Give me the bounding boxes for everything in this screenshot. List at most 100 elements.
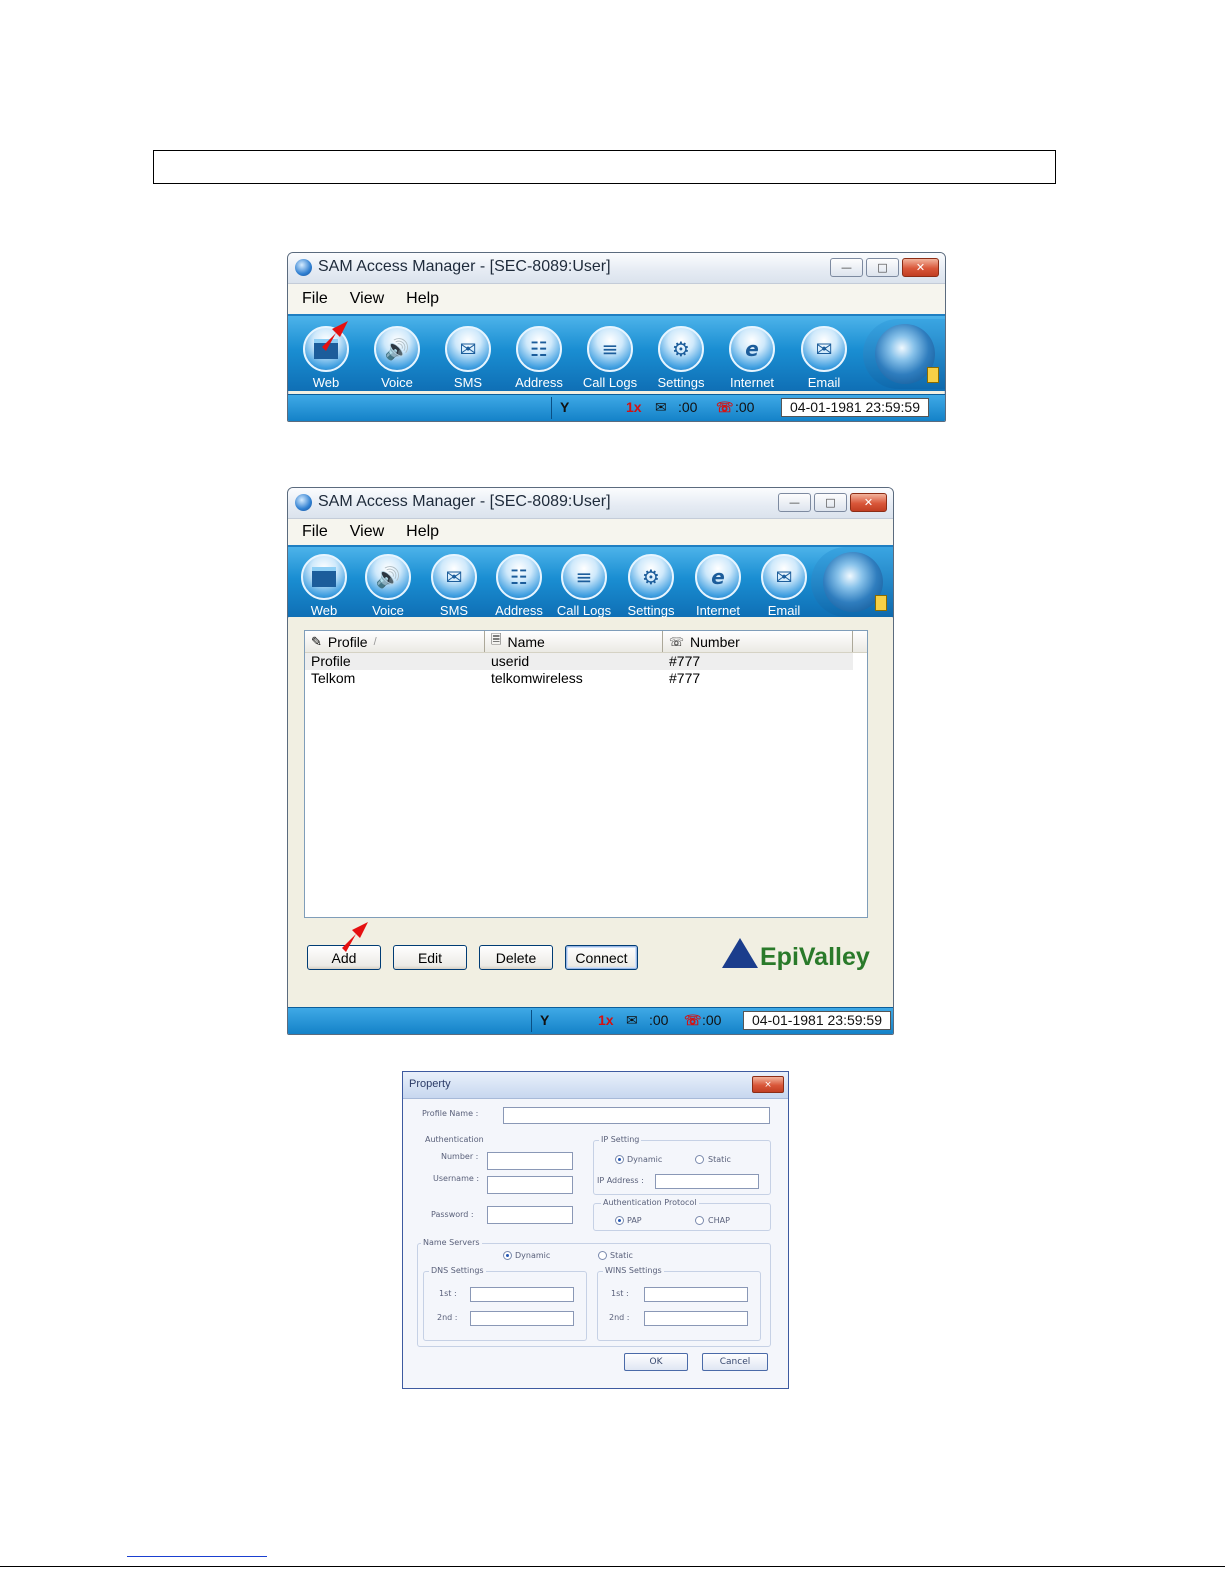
network-type: 1x bbox=[626, 399, 642, 415]
profile-panel: ✎ Profile / 🗏 Name ☏ Number Profile user… bbox=[288, 618, 893, 1008]
toolbar-internet-label: Internet bbox=[695, 603, 741, 618]
main-toolbar: Web 🔊 Voice ✉ SMS ☷ Address ≡ Call Logs … bbox=[288, 545, 893, 618]
internet-explorer-icon: e bbox=[695, 554, 741, 600]
toolbar-sms-button[interactable]: ✉ SMS bbox=[420, 550, 488, 618]
dialog-close-button[interactable]: × bbox=[752, 1076, 784, 1093]
toolbar-internet-button[interactable]: e Internet bbox=[684, 550, 752, 618]
username-input[interactable] bbox=[487, 1176, 573, 1194]
toolbar-internet-button[interactable]: e Internet bbox=[718, 322, 786, 390]
menu-bar: File View Help bbox=[288, 284, 945, 314]
toolbar-web-label: Web bbox=[310, 603, 338, 618]
ip-dynamic-radio[interactable] bbox=[615, 1155, 624, 1164]
column-header-name[interactable]: 🗏 Name bbox=[485, 631, 663, 652]
dialog-title-bar[interactable]: Property × bbox=[403, 1072, 788, 1099]
profile-name-input[interactable] bbox=[503, 1107, 770, 1124]
minimize-button[interactable]: — bbox=[830, 258, 863, 277]
pap-radio[interactable] bbox=[615, 1216, 624, 1225]
menu-bar: File View Help bbox=[288, 519, 893, 545]
call-count: :00 bbox=[735, 399, 755, 415]
toolbar-call-logs-button[interactable]: ≡ Call Logs bbox=[550, 550, 618, 618]
toolbar-email-button[interactable]: ✉ Email bbox=[790, 322, 858, 390]
toolbar-address-button[interactable]: ☷ Address bbox=[505, 322, 573, 390]
close-button[interactable]: ✕ bbox=[850, 493, 887, 512]
call-logs-icon: ≡ bbox=[561, 554, 607, 600]
wins-second-label: 2nd : bbox=[609, 1313, 630, 1322]
status-datetime: 04-01-1981 23:59:59 bbox=[781, 398, 929, 417]
dialog-title: Property bbox=[409, 1078, 451, 1090]
row-number-cell: #777 bbox=[669, 653, 701, 669]
status-separator bbox=[551, 397, 552, 419]
toolbar-voice-button[interactable]: 🔊 Voice bbox=[354, 550, 422, 618]
title-bar[interactable]: SAM Access Manager - [SEC-8089:User] — □… bbox=[288, 253, 945, 284]
list-item[interactable]: Telkom telkomwireless #777 bbox=[305, 670, 867, 687]
toolbar-email-button[interactable]: ✉ Email bbox=[750, 550, 818, 618]
connect-button[interactable]: Connect bbox=[565, 945, 638, 970]
toolbar-voice-label: Voice bbox=[381, 375, 413, 390]
ns-dynamic-radio[interactable] bbox=[503, 1251, 512, 1260]
property-dialog: Property × Profile Name : Authentication… bbox=[402, 1071, 789, 1389]
wins-first-input[interactable] bbox=[644, 1287, 748, 1302]
list-item[interactable]: Profile userid #777 bbox=[305, 653, 853, 670]
menu-help[interactable]: Help bbox=[406, 290, 439, 308]
edit-button[interactable]: Edit bbox=[393, 945, 467, 970]
title-bar[interactable]: SAM Access Manager - [SEC-8089:User] — □… bbox=[288, 488, 893, 519]
ip-setting-title: IP Setting bbox=[599, 1135, 642, 1144]
status-bar: Υ 1x ✉ :00 ☏ :00 04-01-1981 23:59:59 bbox=[288, 394, 945, 421]
wins-settings-title: WINS Settings bbox=[603, 1266, 664, 1275]
toolbar-settings-label: Settings bbox=[657, 375, 705, 390]
password-input[interactable] bbox=[487, 1206, 573, 1224]
sam-window-toolbar: SAM Access Manager - [SEC-8089:User] — □… bbox=[287, 252, 946, 422]
status-bar: Υ 1x ✉ :00 ☏ :00 04-01-1981 23:59:59 bbox=[288, 1007, 893, 1034]
chap-radio[interactable] bbox=[695, 1216, 704, 1225]
toolbar-address-button[interactable]: ☷ Address bbox=[485, 550, 553, 618]
toolbar-sms-label: SMS bbox=[453, 375, 483, 390]
profile-list[interactable]: ✎ Profile / 🗏 Name ☏ Number Profile user… bbox=[304, 630, 868, 918]
ip-address-input[interactable] bbox=[655, 1174, 759, 1189]
minimize-button[interactable]: — bbox=[778, 493, 811, 512]
menu-file[interactable]: File bbox=[302, 290, 328, 308]
menu-file[interactable]: File bbox=[302, 523, 328, 541]
toolbar-voice-button[interactable]: 🔊 Voice bbox=[363, 322, 431, 390]
number-input[interactable] bbox=[487, 1152, 573, 1170]
gear-icon: ⚙ bbox=[658, 326, 704, 372]
menu-help[interactable]: Help bbox=[406, 523, 439, 541]
column-number-label: Number bbox=[690, 633, 740, 650]
window-title: SAM Access Manager - [SEC-8089:User] bbox=[318, 493, 611, 510]
footer-link-underline bbox=[127, 1556, 267, 1557]
profile-column-icon: ✎ bbox=[311, 633, 322, 649]
dns-first-input[interactable] bbox=[470, 1287, 574, 1302]
dns-second-label: 2nd : bbox=[437, 1313, 458, 1322]
delete-button[interactable]: Delete bbox=[479, 945, 553, 970]
close-button[interactable]: ✕ bbox=[902, 258, 939, 277]
wins-second-input[interactable] bbox=[644, 1311, 748, 1326]
row-number-cell: #777 bbox=[669, 670, 701, 686]
toolbar-settings-button[interactable]: ⚙ Settings bbox=[647, 322, 715, 390]
toolbar-settings-button[interactable]: ⚙ Settings bbox=[617, 550, 685, 618]
dns-second-input[interactable] bbox=[470, 1311, 574, 1326]
antenna-icon: Υ bbox=[540, 1012, 550, 1028]
pointer-arrow-icon bbox=[322, 321, 348, 351]
cancel-button[interactable]: Cancel bbox=[702, 1353, 768, 1371]
column-name-label: Name bbox=[507, 633, 545, 650]
toolbar-sms-button[interactable]: ✉ SMS bbox=[434, 322, 502, 390]
toolbar-web-button[interactable]: Web bbox=[290, 550, 358, 618]
gear-icon: ⚙ bbox=[628, 554, 674, 600]
column-header-number[interactable]: ☏ Number bbox=[663, 631, 853, 652]
maximize-button[interactable]: □ bbox=[814, 493, 847, 512]
column-header-profile[interactable]: ✎ Profile / bbox=[305, 631, 485, 652]
menu-view[interactable]: View bbox=[350, 523, 384, 541]
connection-orb[interactable] bbox=[811, 547, 893, 617]
window-title: SAM Access Manager - [SEC-8089:User] bbox=[318, 258, 611, 275]
network-type: 1x bbox=[598, 1012, 614, 1028]
connection-orb[interactable] bbox=[863, 319, 945, 389]
wins-first-label: 1st : bbox=[611, 1289, 629, 1298]
ip-static-radio[interactable] bbox=[695, 1155, 704, 1164]
ns-dynamic-label: Dynamic bbox=[515, 1251, 551, 1260]
menu-view[interactable]: View bbox=[350, 290, 384, 308]
list-header: ✎ Profile / 🗏 Name ☏ Number bbox=[305, 631, 867, 653]
maximize-button[interactable]: □ bbox=[866, 258, 899, 277]
ns-static-radio[interactable] bbox=[598, 1251, 607, 1260]
ok-button[interactable]: OK bbox=[624, 1353, 688, 1371]
toolbar-call-logs-button[interactable]: ≡ Call Logs bbox=[576, 322, 644, 390]
sms-count: :00 bbox=[678, 399, 698, 415]
